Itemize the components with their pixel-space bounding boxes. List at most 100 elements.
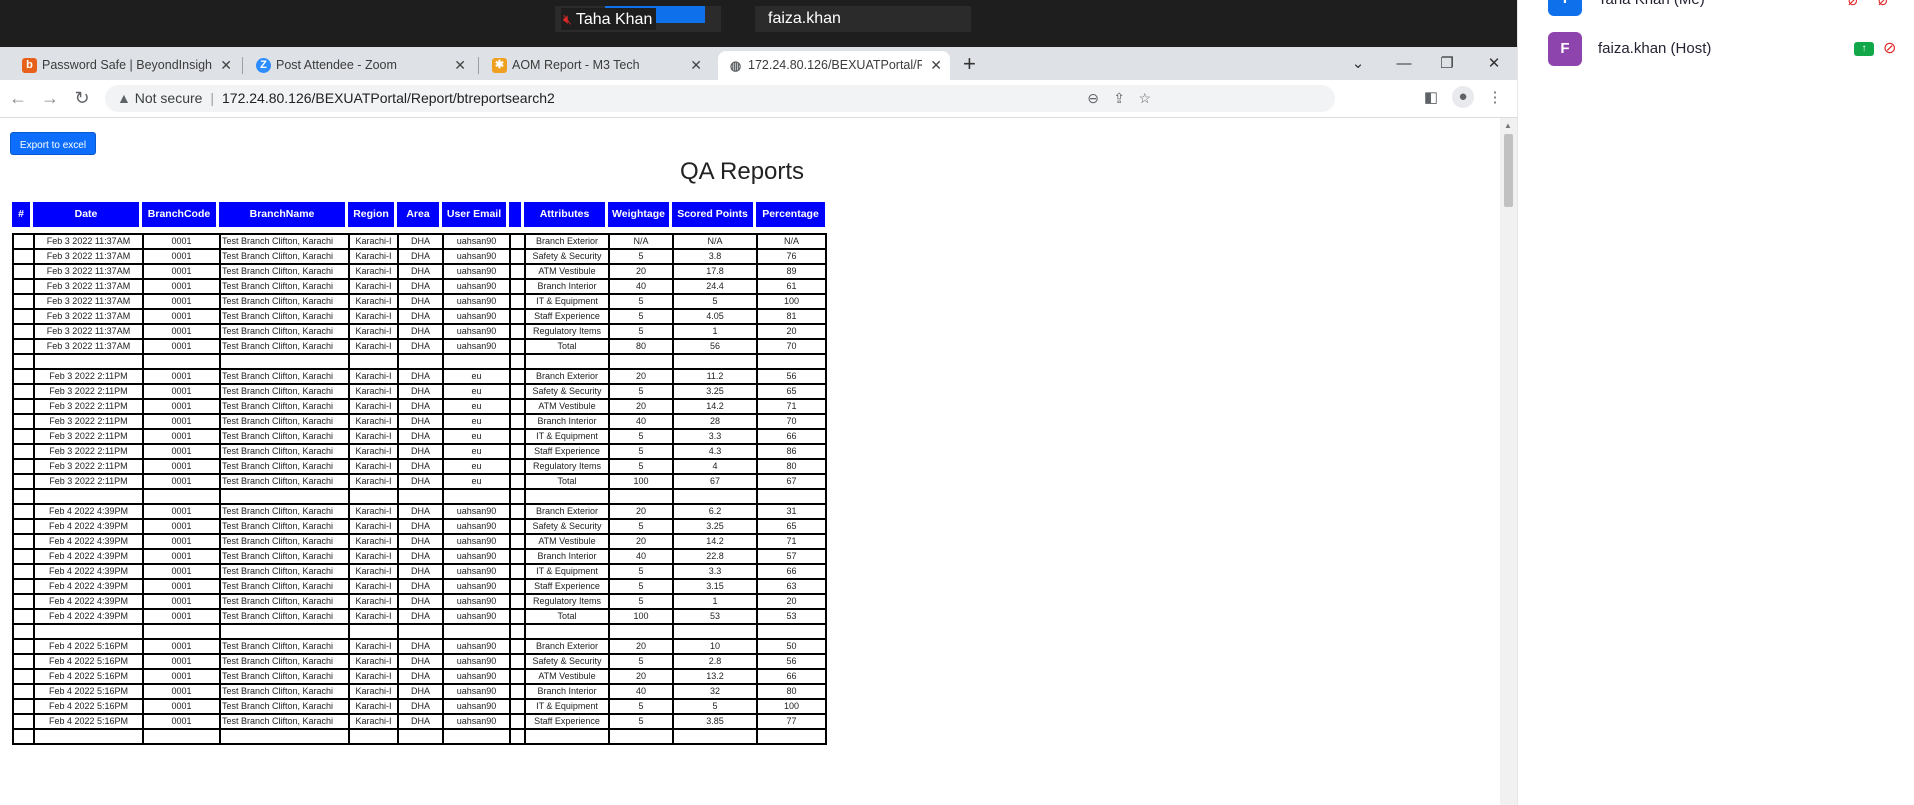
cell-date: Feb 3 2022 2:11PM <box>33 458 144 475</box>
cell-date: Feb 3 2022 11:37AM <box>33 323 144 340</box>
screen-share-icon[interactable]: ↑ <box>1854 42 1874 56</box>
cell-area: DHA <box>397 278 444 295</box>
table-row: Feb 3 2022 11:37AM 0001 Test Branch Clifto… <box>12 263 827 280</box>
cell-area: DHA <box>397 308 444 325</box>
cell-weightage: 5 <box>608 383 674 400</box>
reload-icon[interactable]: ↻ <box>70 88 94 109</box>
cell-blank <box>509 473 526 490</box>
cell-region: Karachi-I <box>348 383 399 400</box>
not-secure-indicator[interactable]: ▲ Not secure | <box>117 85 214 112</box>
tab-post-attendee-zoom[interactable]: Z Post Attendee - Zoom ✕ <box>246 51 474 80</box>
window-close-icon[interactable]: ✕ <box>1474 47 1514 80</box>
cell-date: Feb 3 2022 11:37AM <box>33 308 144 325</box>
tab-search-chevron-icon[interactable]: ⌄ <box>1338 47 1378 80</box>
cell-percentage <box>756 353 827 370</box>
profile-avatar-icon[interactable]: ● <box>1452 86 1474 108</box>
restore-icon[interactable]: ❐ <box>1427 47 1467 80</box>
cell-blank <box>509 383 526 400</box>
cell-user-email: uahsan90 <box>442 698 511 715</box>
minimize-icon[interactable]: — <box>1384 47 1424 80</box>
zoom-magnifier-icon[interactable]: ⊖ <box>1087 85 1099 112</box>
forward-arrow-icon[interactable]: → <box>38 88 62 109</box>
mic-muted-icon[interactable]: ⌀ <box>1848 0 1858 10</box>
cell-branchname <box>219 623 350 640</box>
cell-region: Karachi-I <box>348 398 399 415</box>
cell-branchcode <box>142 623 221 640</box>
cell-date: Feb 4 2022 5:16PM <box>33 713 144 730</box>
cell-index <box>12 518 35 535</box>
cell-weightage: 5 <box>608 563 674 580</box>
cell-scored-points: 67 <box>672 473 758 490</box>
video-off-icon[interactable]: ⊘ <box>1883 38 1896 58</box>
new-tab-plus-icon[interactable]: + <box>963 51 976 77</box>
export-to-excel-button[interactable]: Export to excel <box>10 132 96 155</box>
cell-branchname <box>219 488 350 505</box>
cell-region <box>348 728 399 745</box>
video-tile-taha[interactable]: 🔇︎ Taha Khan <box>555 6 721 32</box>
cell-attribute: Staff Experience <box>524 713 610 730</box>
scrollbar-thumb[interactable] <box>1504 134 1513 207</box>
cell-attribute: Safety & Security <box>524 653 610 670</box>
cell-region: Karachi-I <box>348 263 399 280</box>
cell-date: Feb 3 2022 2:11PM <box>33 413 144 430</box>
bookmark-star-icon[interactable]: ☆ <box>1138 85 1151 112</box>
cell-user-email: uahsan90 <box>442 638 511 655</box>
avatar-initial: F <box>1560 40 1570 57</box>
cell-branchcode <box>142 353 221 370</box>
tab-close-icon[interactable]: ✕ <box>454 51 466 80</box>
cell-attribute: Branch Interior <box>524 278 610 295</box>
cell-blank <box>509 398 526 415</box>
video-tile-faiza[interactable]: faiza.khan <box>755 6 971 32</box>
cell-region: Karachi-I <box>348 533 399 550</box>
cell-branchname: Test Branch Clifton, Karachi <box>219 263 350 280</box>
tab-title: 172.24.80.126/BEXUATPortal/Rep <box>748 58 922 72</box>
cell-date: Feb 3 2022 11:37AM <box>33 248 144 265</box>
video-off-icon[interactable]: ⌀ <box>1878 0 1888 10</box>
cell-branchname: Test Branch Clifton, Karachi <box>219 368 350 385</box>
video-tile-name: 🔇︎ Taha Khan <box>561 8 657 30</box>
cell-branchname: Test Branch Clifton, Karachi <box>219 398 350 415</box>
tab-close-icon[interactable]: ✕ <box>930 51 942 80</box>
cell-branchname: Test Branch Clifton, Karachi <box>219 533 350 550</box>
tab-close-icon[interactable]: ✕ <box>220 51 232 80</box>
page-scrollbar[interactable]: ▲ <box>1500 118 1517 805</box>
header-index: # <box>12 202 30 227</box>
cell-weightage: 5 <box>608 593 674 610</box>
side-panel-icon[interactable]: ◧ <box>1420 88 1442 106</box>
table-row: Feb 3 2022 2:11PM 0001 Test Branch Clifton… <box>12 443 827 460</box>
table-row: Feb 4 2022 4:39PM 0001 Test Branch Clifton… <box>12 503 827 520</box>
cell-percentage: 57 <box>756 548 827 565</box>
cell-date: Feb 4 2022 4:39PM <box>33 563 144 580</box>
cell-scored-points: 2.8 <box>672 653 758 670</box>
cell-area: DHA <box>397 608 444 625</box>
scroll-up-arrow-icon[interactable]: ▲ <box>1504 121 1512 130</box>
cell-index <box>12 458 35 475</box>
share-icon[interactable]: ⇪ <box>1113 85 1125 112</box>
cell-user-email: eu <box>442 413 511 430</box>
tab-close-icon[interactable]: ✕ <box>690 51 702 80</box>
cell-branchname: Test Branch Clifton, Karachi <box>219 338 350 355</box>
tab-password-safe[interactable]: b Password Safe | BeyondInsight ✕ <box>12 51 240 80</box>
tab-qa-report-active[interactable]: ◍ 172.24.80.126/BEXUATPortal/Rep ✕ <box>718 51 950 80</box>
cell-user-email: uahsan90 <box>442 668 511 685</box>
address-bar[interactable]: ▲ Not secure | 172.24.80.126/BEXUATPorta… <box>105 85 1335 112</box>
cell-area: DHA <box>397 503 444 520</box>
tab-aom-report[interactable]: ✱ AOM Report - M3 Tech ✕ <box>482 51 710 80</box>
menu-kebab-icon[interactable]: ⋮ <box>1484 88 1506 106</box>
cell-branchname: Test Branch Clifton, Karachi <box>219 308 350 325</box>
cell-user-email <box>442 623 511 640</box>
cell-blank <box>509 653 526 670</box>
cell-blank <box>509 413 526 430</box>
table-row: Feb 3 2022 11:37AM 0001 Test Branch Clifto… <box>12 293 827 310</box>
cell-attribute: IT & Equipment <box>524 428 610 445</box>
cell-percentage: 66 <box>756 428 827 445</box>
cell-branchcode: 0001 <box>142 578 221 595</box>
back-arrow-icon[interactable]: ← <box>6 88 30 109</box>
cell-branchcode: 0001 <box>142 668 221 685</box>
cell-user-email: eu <box>442 473 511 490</box>
url-text[interactable]: 172.24.80.126/BEXUATPortal/Report/btrepo… <box>222 85 555 112</box>
cell-area: DHA <box>397 518 444 535</box>
cell-blank <box>509 608 526 625</box>
cell-percentage: 81 <box>756 308 827 325</box>
cell-weightage: 5 <box>608 443 674 460</box>
